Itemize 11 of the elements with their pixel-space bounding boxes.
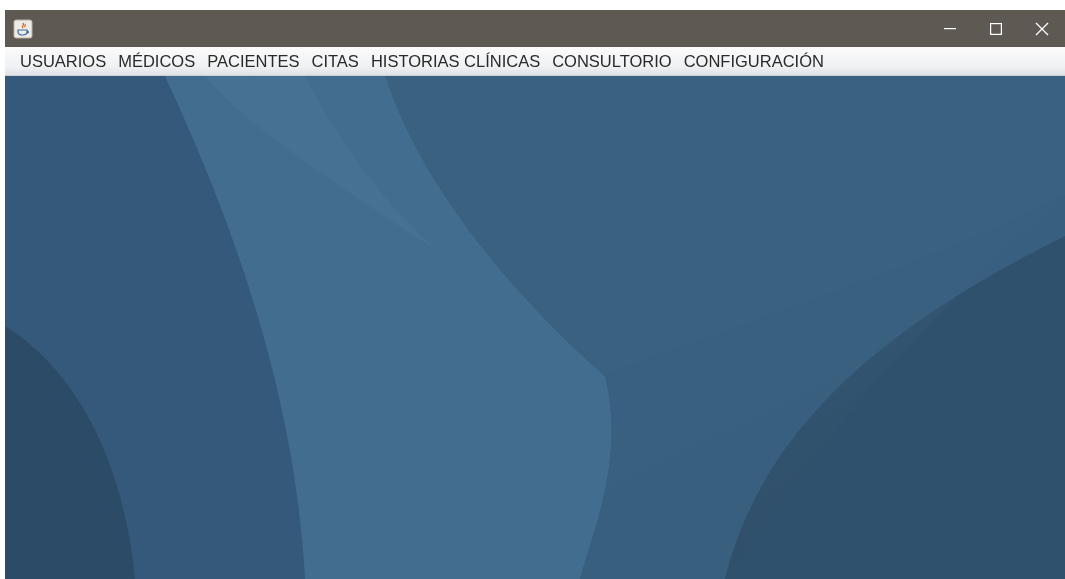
minimize-icon[interactable] <box>944 27 956 30</box>
app-icon <box>13 18 33 39</box>
menu-item[interactable]: MÉDICOS <box>112 49 202 73</box>
menu-item[interactable]: CONSULTORIO <box>546 49 678 73</box>
maximize-icon[interactable] <box>990 22 1002 35</box>
menu-item[interactable]: CONFIGURACIÓN <box>677 49 830 73</box>
menu-item[interactable]: HISTORIAS CLÍNICAS <box>364 49 547 73</box>
close-icon[interactable] <box>1035 21 1049 36</box>
menu-item[interactable]: CITAS <box>305 49 365 73</box>
menu-item[interactable]: PACIENTES <box>201 49 306 73</box>
menu-item[interactable]: USUARIOS <box>14 49 113 73</box>
